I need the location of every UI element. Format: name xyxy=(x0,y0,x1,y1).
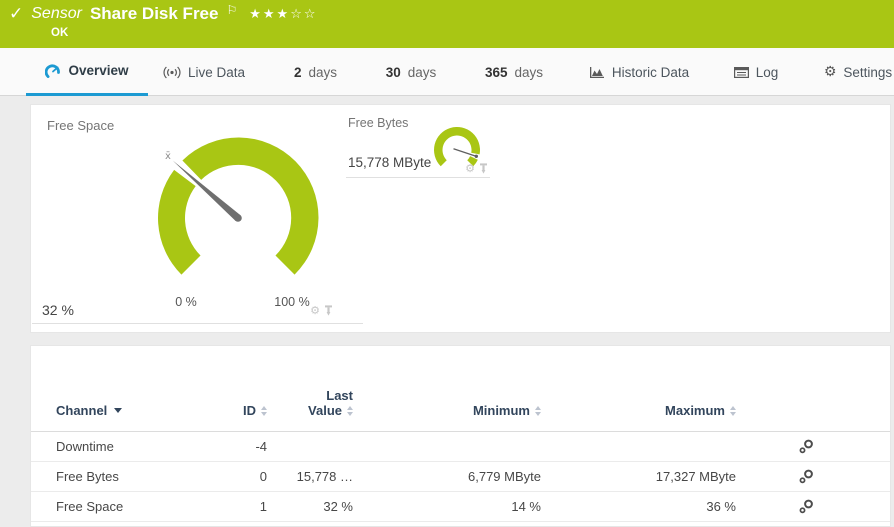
column-label: Value xyxy=(308,403,342,418)
tab-label: days xyxy=(308,65,337,80)
sensor-status-header: ✓ Sensor Share Disk Free ⚐ ★★★☆☆ OK xyxy=(0,0,894,48)
channel-maximum: 36 % xyxy=(541,499,736,514)
column-label: ID xyxy=(243,403,256,418)
tab-label: Settings xyxy=(843,65,892,80)
tab-label: Historic Data xyxy=(612,65,689,80)
settings-gear-icon: ⚙ xyxy=(824,65,837,79)
tab-2-days[interactable]: 2 days xyxy=(288,48,343,96)
gauge-free-space: Free Space x̄ 0 % 100 % 32 % ⚙ xyxy=(32,105,363,324)
gauge-icon xyxy=(45,64,61,78)
gauge-current-value: 32 % xyxy=(42,302,74,318)
log-icon xyxy=(734,67,749,78)
average-marker: x̄ xyxy=(165,151,171,162)
gauge-settings-gear-icon[interactable]: ⚙ xyxy=(310,305,320,316)
gauge-current-value: 15,778 MByte xyxy=(348,155,431,170)
tab-settings[interactable]: ⚙ Settings xyxy=(822,48,894,96)
tab-label: days xyxy=(515,65,544,80)
edit-channel-button[interactable] xyxy=(736,499,814,514)
channel-minimum: 14 % xyxy=(353,499,541,514)
channel-minimum: 6,779 MByte xyxy=(353,469,541,484)
channel-settings-gears-icon xyxy=(799,439,814,454)
tab-number: 2 xyxy=(294,65,302,80)
column-header-channel[interactable]: Channel xyxy=(56,403,206,418)
channel-name[interactable]: Downtime xyxy=(56,439,206,454)
column-header-last-value[interactable]: Last Value xyxy=(267,388,353,418)
gauge-settings-gear-icon[interactable]: ⚙ xyxy=(465,163,475,174)
sort-icon xyxy=(730,406,736,416)
column-label: Last xyxy=(326,388,353,403)
historic-data-icon xyxy=(589,66,605,79)
channels-table-panel: Channel ID Last Value Minimum xyxy=(30,345,891,527)
channel-id: 1 xyxy=(206,499,267,514)
gauge-title: Free Space xyxy=(47,118,114,133)
column-header-id[interactable]: ID xyxy=(206,403,267,418)
table-row-free-bytes: Free Bytes 0 15,778 … 6,779 MByte 17,327… xyxy=(31,462,890,492)
priority-stars[interactable]: ★★★☆☆ xyxy=(249,7,317,22)
column-label: Maximum xyxy=(665,403,725,418)
edit-channel-button[interactable] xyxy=(736,469,814,484)
tab-label: days xyxy=(408,65,437,80)
flag-icon[interactable]: ⚐ xyxy=(226,3,237,17)
stars-filled[interactable]: ★★★ xyxy=(249,7,290,22)
tab-365-days[interactable]: 365 days xyxy=(478,48,550,96)
tab-overview[interactable]: Overview xyxy=(26,48,148,96)
tab-number: 30 xyxy=(386,65,401,80)
tab-label: Log xyxy=(756,65,779,80)
free-space-gauge-dial xyxy=(138,118,338,318)
tab-30-days[interactable]: 30 days xyxy=(378,48,444,96)
channels-table-header: Channel ID Last Value Minimum xyxy=(31,346,890,432)
live-data-icon xyxy=(163,66,181,79)
column-label: Channel xyxy=(56,403,107,418)
channel-id: 0 xyxy=(206,469,267,484)
table-row-downtime: Downtime -4 xyxy=(31,432,890,462)
sort-desc-icon xyxy=(114,408,122,413)
gauge-free-bytes: Free Bytes 15,778 MByte ⚙ xyxy=(346,105,490,178)
channel-settings-gears-icon xyxy=(799,499,814,514)
status-ok-check-icon: ✓ xyxy=(9,6,23,23)
column-header-maximum[interactable]: Maximum xyxy=(541,403,736,418)
edit-channel-button[interactable] xyxy=(736,439,814,454)
tab-label: Overview xyxy=(68,63,128,78)
sensor-title: Share Disk Free xyxy=(90,4,219,24)
pin-icon[interactable] xyxy=(324,305,333,316)
tab-label: Live Data xyxy=(188,65,245,80)
overview-gauges-panel: Free Space x̄ 0 % 100 % 32 % ⚙ Fr xyxy=(30,104,891,333)
table-row-free-space: Free Space 1 32 % 14 % 36 % xyxy=(31,492,890,522)
sensor-status-badge: OK xyxy=(51,27,68,39)
tab-live-data[interactable]: Live Data xyxy=(158,48,250,96)
column-header-minimum[interactable]: Minimum xyxy=(353,403,541,418)
tab-bar: Overview Live Data 2days 30days 365days … xyxy=(0,48,894,96)
gauge-title: Free Bytes xyxy=(348,116,408,130)
channel-maximum: 17,327 MByte xyxy=(541,469,736,484)
channel-id: -4 xyxy=(206,439,267,454)
channel-last-value: 15,778 … xyxy=(267,469,353,484)
pin-icon[interactable] xyxy=(479,163,488,174)
tab-historic-data[interactable]: Historic Data xyxy=(586,48,692,96)
channel-name[interactable]: Free Space xyxy=(56,499,206,514)
stars-empty[interactable]: ☆☆ xyxy=(290,7,317,22)
gauge-scale-min-label: 0 % xyxy=(161,295,211,309)
tab-log[interactable]: Log xyxy=(728,48,784,96)
tab-number: 365 xyxy=(485,65,508,80)
column-label: Minimum xyxy=(473,403,530,418)
channel-settings-gears-icon xyxy=(799,469,814,484)
channel-name[interactable]: Free Bytes xyxy=(56,469,206,484)
sensor-type-label: Sensor xyxy=(31,5,82,23)
sensor-title-row: ✓ Sensor Share Disk Free ⚐ ★★★☆☆ xyxy=(9,4,318,24)
channel-last-value: 32 % xyxy=(267,499,353,514)
